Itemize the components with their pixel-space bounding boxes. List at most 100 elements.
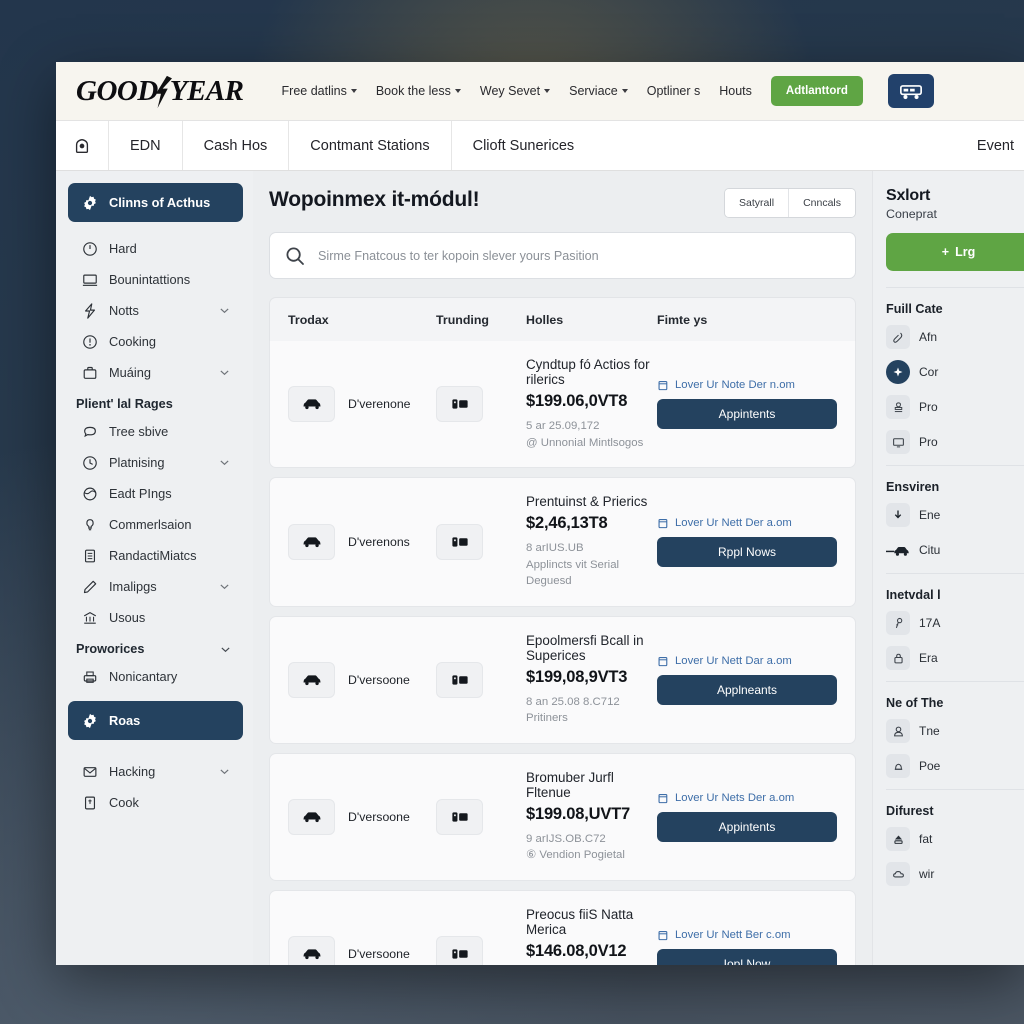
chevron-down-icon	[544, 89, 551, 93]
sidebar-label: Cook	[109, 795, 139, 810]
row-store-link[interactable]: Lover Ur Nett Der a.om	[657, 517, 837, 529]
rail-item[interactable]: Tne	[886, 719, 1024, 743]
burst-icon	[886, 360, 910, 384]
rail-cta-label: Lrg	[955, 245, 976, 259]
row-action-button[interactable]: Appintents	[657, 811, 837, 842]
rail-item[interactable]: 17A	[886, 611, 1024, 635]
sidebar-item-usous[interactable]: Usous	[68, 602, 243, 633]
results-table-header: Trodax Trunding Holles Fimte ys	[269, 297, 856, 341]
sidebar-item-active-top[interactable]: Clinns of Acthus	[68, 183, 243, 222]
rail-divider	[886, 681, 1024, 682]
table-row[interactable]: D'versoone Preocus fiiS Natta Merica $14…	[269, 889, 856, 965]
row-vehicle-cell: D'versoone	[288, 935, 436, 965]
sidebar-item-bounintattions[interactable]: Bounintattions	[68, 264, 243, 295]
tab-item-1[interactable]: Cash Hos	[183, 121, 290, 170]
tab-item-2[interactable]: Contmant Stations	[289, 121, 452, 170]
rail-item[interactable]: wir	[886, 862, 1024, 886]
row-store-link[interactable]: Lover Ur Note Der n.om	[657, 379, 837, 391]
briefcase-icon	[81, 364, 98, 381]
row-tire-cell	[436, 386, 526, 423]
printer-icon	[81, 668, 98, 685]
search-bar[interactable]	[269, 232, 856, 279]
rail-cta-button[interactable]: + Lrg	[886, 233, 1024, 271]
rail-item[interactable]: Ene	[886, 503, 1024, 527]
sidebar-label: RandactiMiatcs	[109, 548, 197, 563]
nav-item-0[interactable]: Free datlins	[282, 84, 357, 98]
sidebar-item-muaing[interactable]: Muáing	[68, 357, 243, 388]
clock-icon	[81, 454, 98, 471]
sidebar-item-active-bottom[interactable]: Roas	[68, 701, 243, 740]
row-store-link[interactable]: Lover Ur Nets Der a.om	[657, 792, 837, 804]
rail-item[interactable]: Pro	[886, 430, 1024, 454]
sidebar-group-label: Proworices	[76, 642, 145, 656]
search-icon	[285, 246, 305, 266]
rail-item[interactable]: Era	[886, 646, 1024, 670]
row-store-link[interactable]: Lover Ur Nett Ber c.om	[657, 929, 837, 941]
sidebar-item-hacking[interactable]: Hacking	[68, 756, 243, 787]
car-icon	[288, 386, 335, 423]
sidebar-item-hard[interactable]: Hard	[68, 233, 243, 264]
view-toggle-0[interactable]: Satyrall	[725, 189, 789, 217]
sidebar-item-randactimiatcs[interactable]: RandactiMiatcs	[68, 540, 243, 571]
table-row[interactable]: D'versoone Epoolmersfi Bcall in Superice…	[269, 615, 856, 744]
sidebar-item-eadt-plngs[interactable]: Eadt PIngs	[68, 478, 243, 509]
row-vehicle-cell: D'verenone	[288, 386, 436, 423]
table-row[interactable]: D'verenone Cyndtup fó Actios for rileric…	[269, 341, 856, 469]
row-action-button[interactable]: Iopl Now	[657, 948, 837, 965]
sidebar-item-notts[interactable]: Notts	[68, 295, 243, 326]
row-action-button[interactable]: Applneants	[657, 674, 837, 705]
bulb-icon	[81, 516, 98, 533]
nav-item-1[interactable]: Book the less	[376, 84, 461, 98]
rail-item[interactable]: Cor	[886, 360, 1024, 384]
chevron-down-icon	[621, 89, 628, 93]
tire-cart-icon[interactable]	[887, 74, 934, 108]
page-shell: Clinns of Acthus Hard Bounintattions Not…	[56, 171, 1024, 965]
row-store-link[interactable]: Lover Ur Nett Dar a.om	[657, 655, 837, 667]
goodyear-logo[interactable]: GOOD YEAR	[76, 74, 244, 109]
sidebar-group-title-2[interactable]: Proworices	[68, 633, 243, 661]
nav-item-2[interactable]: Wey Sevet	[480, 84, 551, 98]
row-details-cell: Epoolmersfi Bcall in Superices $199,08,9…	[526, 633, 657, 727]
rail-item[interactable]: Pro	[886, 395, 1024, 419]
tire-pair-icon	[436, 935, 483, 965]
tab-right-link[interactable]: Event	[961, 121, 1024, 170]
tab-home[interactable]	[56, 121, 109, 170]
rail-item[interactable]: fat	[886, 827, 1024, 851]
table-row[interactable]: D'verenons Prentuinst & Prierics $2,46,1…	[269, 477, 856, 607]
nav-label: Book the less	[375, 84, 451, 98]
nav-item-4[interactable]: Optliner s	[647, 84, 701, 98]
sidebar-item-commerlsaion[interactable]: Commerlsaion	[68, 509, 243, 540]
rail-item[interactable]: Afn	[886, 325, 1024, 349]
rail-item-label: Pro	[919, 435, 938, 449]
tab-item-0[interactable]: EDN	[109, 121, 183, 170]
row-sub-2: Pritiners	[526, 712, 568, 725]
row-details-cell: Cyndtup fó Actios for rilerics $199.06,0…	[526, 357, 657, 451]
table-row[interactable]: D'versoone Bromuber Jurfl Fltenue $199.0…	[269, 752, 856, 881]
bell-icon	[886, 754, 910, 778]
header-cta-button[interactable]: Adtlanttord	[770, 76, 863, 106]
row-action-button[interactable]: Rppl Nows	[657, 536, 837, 567]
sidebar-item-imalipgs[interactable]: Imalipgs	[68, 571, 243, 602]
rail-item-label: Afn	[919, 330, 938, 344]
tire-pair-icon	[436, 523, 483, 560]
row-tire-cell	[436, 798, 526, 835]
sidebar-item-cooking[interactable]: Cooking	[68, 326, 243, 357]
row-action-button[interactable]: Appintents	[657, 399, 837, 430]
rail-item[interactable]: Poe	[886, 754, 1024, 778]
secondary-tabbar: EDN Cash Hos Contmant Stations Clioft Su…	[56, 120, 1024, 171]
sidebar-item-tree-sbive[interactable]: Tree sbive	[68, 416, 243, 447]
rail-item[interactable]: Citu	[886, 538, 1024, 562]
sidebar-item-platnising[interactable]: Platnising	[68, 447, 243, 478]
row-tire-cell	[436, 523, 526, 560]
chevron-down-icon	[219, 766, 230, 777]
sidebar-item-cook[interactable]: Cook	[68, 787, 243, 818]
view-toggle-1[interactable]: Cnncals	[788, 189, 855, 217]
nav-item-5[interactable]: Houts	[719, 84, 752, 98]
search-input[interactable]	[316, 247, 840, 264]
rail-item-label: Era	[919, 651, 938, 665]
sidebar-item-nonicantary[interactable]: Nonicantary	[68, 661, 243, 692]
row-title: Preocus fiiS Natta Merica	[526, 906, 634, 937]
nav-item-3[interactable]: Serviace	[569, 84, 628, 98]
row-store-label: Lover Ur Nett Ber c.om	[675, 928, 791, 941]
tab-item-3[interactable]: Clioft Sunerices	[452, 121, 596, 170]
